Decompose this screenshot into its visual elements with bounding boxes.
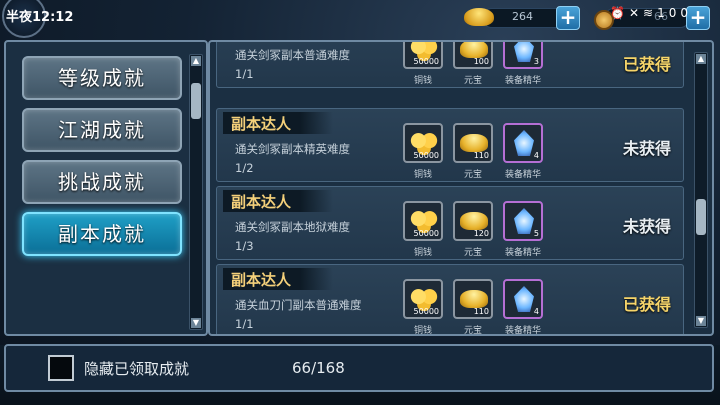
ingot-icon xyxy=(464,8,494,26)
achievement-title: 副本达人 xyxy=(231,193,292,211)
achievement-list: 通关剑冢副本普通难度 1/1 50000 铜钱 100 元宝 3 装备精华 已获… xyxy=(208,40,714,336)
status-not-obtained: 未获得 xyxy=(622,139,671,158)
achievement-desc: 通关剑冢副本精英难度 xyxy=(235,142,350,156)
scroll-down-icon[interactable]: ▼ xyxy=(696,316,706,326)
category-challenge[interactable]: 挑战成就 xyxy=(22,160,182,204)
category-scrollbar[interactable]: ▲ ▼ xyxy=(189,54,203,330)
achievement-scrollbar[interactable]: ▲ ▼ xyxy=(694,52,708,328)
ingot-icon xyxy=(460,42,488,58)
wifi-icon: ≋ xyxy=(643,6,658,20)
crystal-icon xyxy=(514,286,534,312)
reward-essence[interactable]: 3 装备精华 xyxy=(503,42,543,86)
ingot-resource: 264 + xyxy=(462,6,580,30)
battery-icon: 100 xyxy=(657,6,692,20)
achievement-row: 通关剑冢副本普通难度 1/1 50000 铜钱 100 元宝 3 装备精华 已获… xyxy=(216,42,684,88)
footer-bar: 隐藏已领取成就 66/168 xyxy=(4,344,714,392)
achievement-row: 副本达人 通关剑冢副本地狱难度 1/3 50000 铜钱 120 元宝 5 装备… xyxy=(216,186,684,260)
reward-essence[interactable]: 5 装备精华 xyxy=(503,201,543,258)
reward-coins[interactable]: 50000 铜钱 xyxy=(403,201,443,258)
reward-coins[interactable]: 50000 铜钱 xyxy=(403,123,443,180)
reward-ingot[interactable]: 110 元宝 xyxy=(453,123,493,180)
ingot-count: 264 xyxy=(512,10,533,23)
reward-ingot[interactable]: 100 元宝 xyxy=(453,42,493,86)
category-level[interactable]: 等级成就 xyxy=(22,56,182,100)
category-dungeon[interactable]: 副本成就 xyxy=(22,212,182,256)
crystal-icon xyxy=(514,208,534,234)
scroll-down-icon[interactable]: ▼ xyxy=(191,318,201,328)
status-bar: 半夜12:12 264 + 66 + ⏰✕≋100 xyxy=(0,0,720,38)
scroll-up-icon[interactable]: ▲ xyxy=(696,54,706,64)
scroll-thumb[interactable] xyxy=(696,199,706,235)
achievement-progress: 1/2 xyxy=(235,161,254,175)
achievement-desc: 通关血刀门副本普通难度 xyxy=(235,298,362,312)
reward-essence[interactable]: 4 装备精华 xyxy=(503,123,543,180)
reward-coins[interactable]: 50000 铜钱 xyxy=(403,42,443,86)
achievement-desc: 通关剑冢副本地狱难度 xyxy=(235,220,350,234)
clock: 半夜12:12 xyxy=(6,10,74,25)
category-jianghu[interactable]: 江湖成就 xyxy=(22,108,182,152)
hide-claimed-checkbox[interactable] xyxy=(48,355,74,381)
ingot-icon xyxy=(460,290,488,308)
achievement-progress: 1/1 xyxy=(235,317,254,331)
achievement-progress: 1/3 xyxy=(235,239,254,253)
reward-ingot[interactable]: 120 元宝 xyxy=(453,201,493,258)
scroll-thumb[interactable] xyxy=(191,83,201,119)
hide-claimed-label[interactable]: 隐藏已领取成就 xyxy=(84,358,189,379)
achievement-desc: 通关剑冢副本普通难度 xyxy=(235,48,350,62)
category-panel: 等级成就 江湖成就 挑战成就 副本成就 ▲ ▼ xyxy=(4,40,208,336)
ingot-icon xyxy=(460,212,488,230)
achievement-title: 副本达人 xyxy=(231,271,292,289)
crystal-icon xyxy=(514,42,534,62)
ingot-icon xyxy=(460,134,488,152)
reward-essence[interactable]: 4 装备精华 xyxy=(503,279,543,334)
achievement-progress: 1/1 xyxy=(235,67,254,81)
system-icons: ⏰✕≋100 xyxy=(610,6,692,20)
reward-coins[interactable]: 50000 铜钱 xyxy=(403,279,443,334)
achievement-row: 副本达人 通关血刀门副本普通难度 1/1 50000 铜钱 110 元宝 4 装… xyxy=(216,264,684,334)
achievement-title: 副本达人 xyxy=(231,115,292,133)
status-not-obtained: 未获得 xyxy=(622,217,671,236)
crystal-icon xyxy=(514,130,534,156)
status-obtained: 已获得 xyxy=(622,295,671,314)
achievement-count: 66/168 xyxy=(292,359,345,377)
add-ingot-button[interactable]: + xyxy=(556,6,580,30)
reward-ingot[interactable]: 110 元宝 xyxy=(453,279,493,334)
alarm-icon: ⏰ xyxy=(610,6,629,20)
scroll-up-icon[interactable]: ▲ xyxy=(191,56,201,66)
status-obtained: 已获得 xyxy=(622,55,671,74)
mute-icon: ✕ xyxy=(628,6,644,20)
achievement-row: 副本达人 通关剑冢副本精英难度 1/2 50000 铜钱 110 元宝 4 装备… xyxy=(216,108,684,182)
